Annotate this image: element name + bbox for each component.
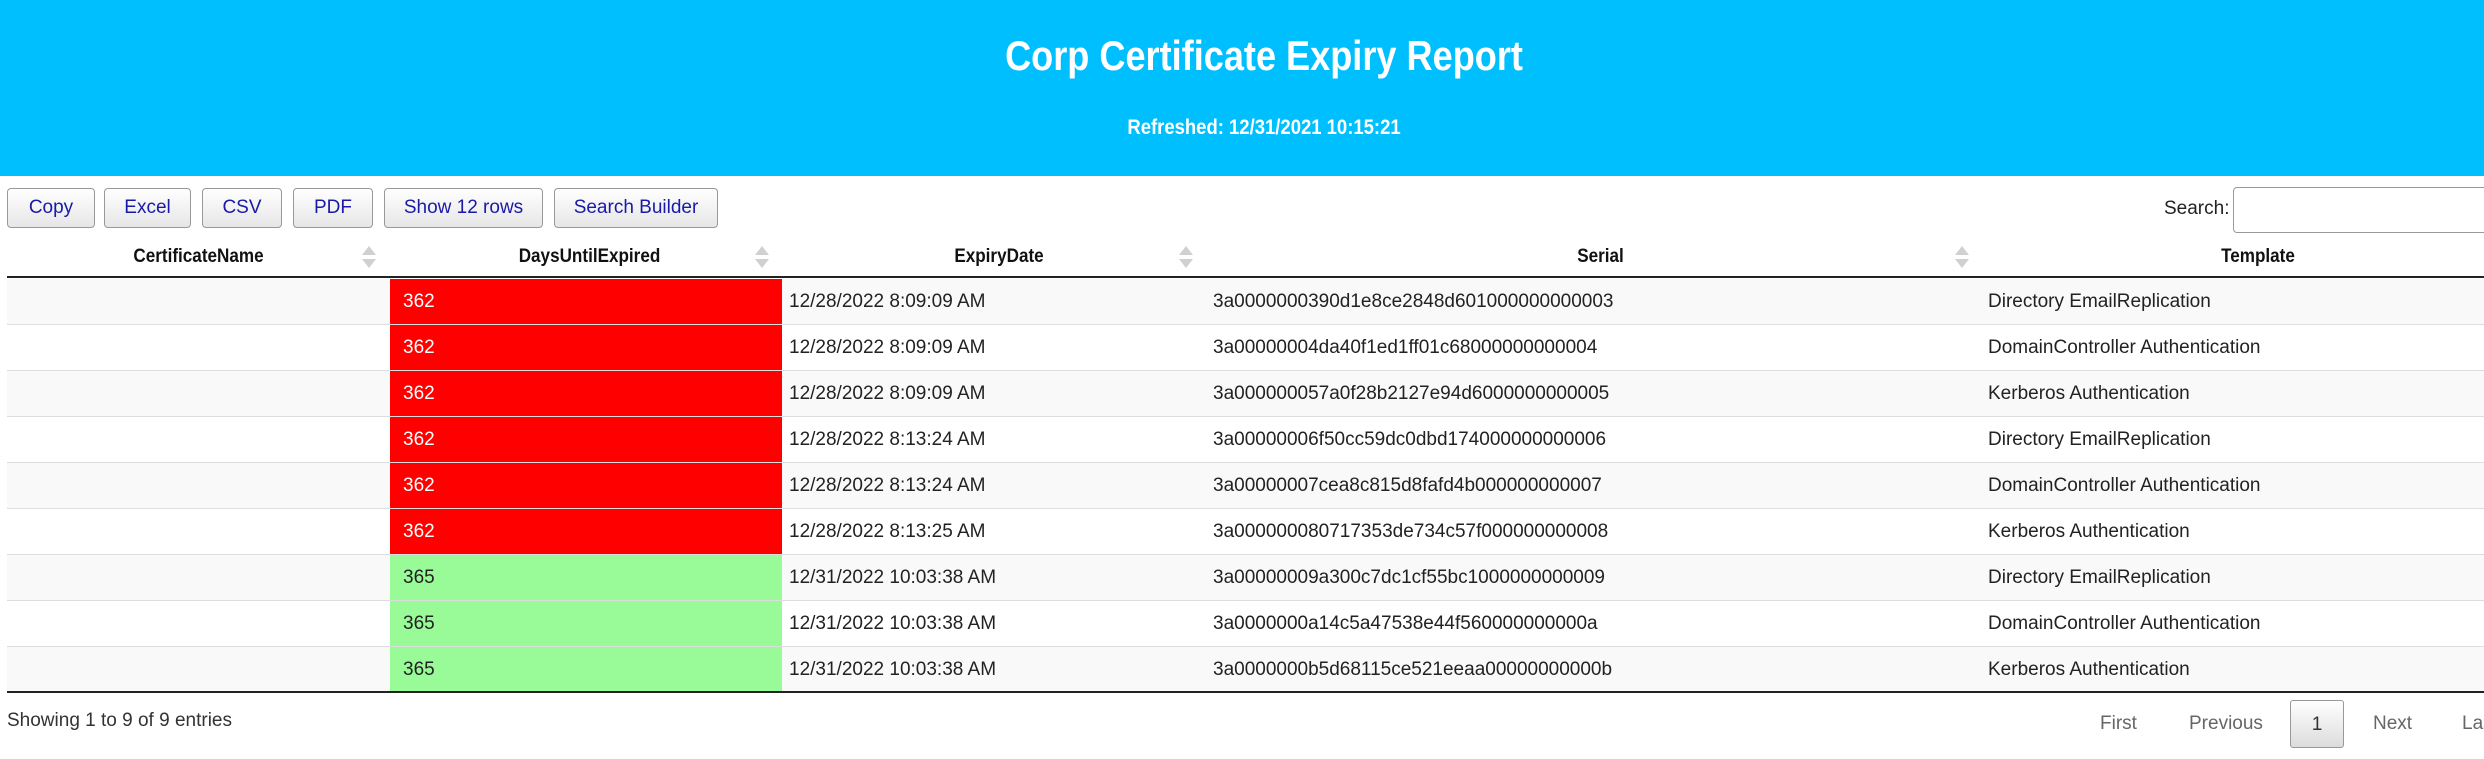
expiry-date-cell: 12/28/2022 8:09:09 AM [789,337,986,358]
excel-button[interactable]: Excel [104,188,191,228]
serial-cell: 3a0000000390d1e8ce2848d601000000000003 [1213,291,1614,312]
template-cell: Directory EmailReplication [1988,291,2211,312]
page-title: Corp Certificate Expiry Report [1005,32,1523,79]
days-until-expired-cell: 365 [390,601,782,646]
table-header: CertificateName DaysUntilExpired ExpiryD… [7,240,2484,278]
certificate-name-cell [7,601,390,646]
column-header-certificatename[interactable]: CertificateName [26,240,371,276]
template-cell: Directory EmailReplication [1988,429,2211,450]
template-cell: DomainController Authentication [1988,613,2261,634]
certificate-name-cell [7,509,390,554]
pdf-button[interactable]: PDF [293,188,373,228]
certificate-name-cell [7,279,390,324]
days-until-expired-cell: 362 [390,417,782,462]
copy-button[interactable]: Copy [7,188,95,228]
expiry-date-cell: 12/28/2022 8:09:09 AM [789,291,986,312]
serial-cell: 3a000000080717353de734c57f000000000008 [1213,521,1609,542]
column-header-expirydate[interactable]: ExpiryDate [810,240,1188,276]
pagination-previous[interactable]: Previous [2189,700,2263,748]
pagination-page-1[interactable]: 1 [2290,700,2344,748]
days-until-expired-cell: 362 [390,509,782,554]
pagination-first[interactable]: First [2100,700,2137,748]
column-header-template[interactable]: Template [2015,240,2484,276]
certificate-name-cell [7,555,390,600]
sort-icon[interactable] [1179,244,1193,272]
template-cell: Kerberos Authentication [1988,383,2190,404]
refreshed-timestamp: Refreshed: 12/31/2021 10:15:21 [1127,116,1401,139]
certificate-name-cell [7,463,390,508]
table-row[interactable]: 362 12/28/2022 8:13:24 AM 3a00000007cea8c8… [7,463,2484,509]
expiry-date-cell: 12/31/2022 10:03:38 AM [789,659,997,680]
expiry-date-cell: 12/31/2022 10:03:38 AM [789,613,997,634]
csv-button[interactable]: CSV [202,188,282,228]
expiry-date-cell: 12/28/2022 8:13:24 AM [789,429,986,450]
table-row[interactable]: 362 12/28/2022 8:09:09 AM 3a0000000390d1e8… [7,279,2484,325]
sort-icon[interactable] [362,244,376,272]
serial-cell: 3a0000000b5d68115ce521eeaa00000000000b [1213,659,1613,680]
expiry-date-cell: 12/28/2022 8:13:24 AM [789,475,986,496]
expiry-date-cell: 12/28/2022 8:09:09 AM [789,383,986,404]
days-until-expired-cell: 365 [390,647,782,692]
certificate-name-cell [7,417,390,462]
table-row[interactable]: 365 12/31/2022 10:03:38 AM 3a0000000b5d681… [7,647,2484,693]
template-cell: Kerberos Authentication [1988,659,2190,680]
table-info: Showing 1 to 9 of 9 entries [7,710,232,731]
template-cell: DomainController Authentication [1988,337,2261,358]
table-bottom-border [7,691,2484,693]
template-cell: Directory EmailReplication [1988,567,2211,588]
table-row[interactable]: 362 12/28/2022 8:09:09 AM 3a00000004da40f1… [7,325,2484,371]
column-label: Template [2221,246,2295,267]
column-label: Serial [1577,246,1624,267]
expiry-date-cell: 12/31/2022 10:03:38 AM [789,567,997,588]
serial-cell: 3a00000006f50cc59dc0dbd174000000000006 [1213,429,1607,450]
sort-icon[interactable] [755,244,769,272]
days-until-expired-cell: 365 [390,555,782,600]
pagination-last[interactable]: Last [2462,700,2484,748]
table-row[interactable]: 362 12/28/2022 8:09:09 AM 3a000000057a0f28… [7,371,2484,417]
certificate-name-cell [7,647,390,692]
serial-cell: 3a0000000a14c5a47538e44f560000000000a [1213,613,1598,634]
pagination-next[interactable]: Next [2373,700,2412,748]
column-header-serial[interactable]: Serial [1252,240,1950,276]
table-row[interactable]: 362 12/28/2022 8:13:25 AM 3a00000008071735… [7,509,2484,555]
serial-cell: 3a00000009a300c7dc1cf55bc1000000000009 [1213,567,1605,588]
report-header: Corp Certificate Expiry Report Refreshed… [0,0,2484,176]
search-label: Search: [2164,198,2230,219]
certificate-name-cell [7,325,390,370]
expiry-date-cell: 12/28/2022 8:13:25 AM [789,521,986,542]
table-row[interactable]: 362 12/28/2022 8:13:24 AM 3a00000006f50cc5… [7,417,2484,463]
certificate-name-cell [7,371,390,416]
column-header-daysuntilexpired[interactable]: DaysUntilExpired [410,240,769,276]
days-until-expired-cell: 362 [390,279,782,324]
table-row[interactable]: 365 12/31/2022 10:03:38 AM 3a00000009a300c… [7,555,2484,601]
template-cell: DomainController Authentication [1988,475,2261,496]
column-label: DaysUntilExpired [518,246,661,267]
days-until-expired-cell: 362 [390,463,782,508]
show-rows-button[interactable]: Show 12 rows [384,188,543,228]
days-until-expired-cell: 362 [390,371,782,416]
sort-icon[interactable] [1955,244,1969,272]
search-builder-button[interactable]: Search Builder [554,188,718,228]
template-cell: Kerberos Authentication [1988,521,2190,542]
column-label: ExpiryDate [954,246,1044,267]
days-until-expired-cell: 362 [390,325,782,370]
search-input[interactable] [2233,187,2484,233]
serial-cell: 3a00000004da40f1ed1ff01c68000000000004 [1213,337,1598,358]
serial-cell: 3a000000057a0f28b2127e94d6000000000005 [1213,383,1610,404]
serial-cell: 3a00000007cea8c815d8fafd4b000000000007 [1213,475,1602,496]
table-row[interactable]: 365 12/31/2022 10:03:38 AM 3a0000000a14c5a… [7,601,2484,647]
column-label: CertificateName [133,246,264,267]
